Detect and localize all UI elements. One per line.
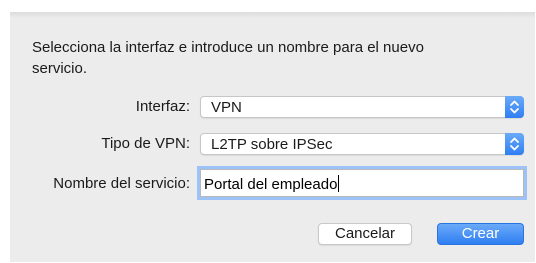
service-name-value: Portal del empleado	[204, 175, 340, 193]
text-caret	[338, 175, 340, 192]
interface-selected-value: VPN	[211, 99, 242, 116]
interface-label: Interfaz:	[135, 98, 190, 115]
vpn-type-label: Tipo de VPN:	[101, 135, 190, 152]
cancel-button[interactable]: Cancelar	[318, 223, 412, 245]
sheet-top-shadow	[10, 12, 535, 18]
up-down-chevron-icon	[505, 96, 524, 118]
create-button[interactable]: Crear	[437, 223, 524, 245]
service-name-field[interactable]: Portal del empleado	[200, 169, 524, 197]
interface-popup[interactable]: VPN	[200, 96, 524, 118]
vpn-type-selected-value: L2TP sobre IPSec	[211, 136, 333, 153]
up-down-chevron-icon	[505, 133, 524, 155]
vpn-type-popup[interactable]: L2TP sobre IPSec	[200, 133, 524, 155]
new-service-sheet: Selecciona la interfaz e introduce un no…	[10, 12, 535, 262]
instruction-text: Selecciona la interfaz e introduce un no…	[32, 39, 424, 77]
service-name-label: Nombre del servicio:	[53, 175, 190, 192]
